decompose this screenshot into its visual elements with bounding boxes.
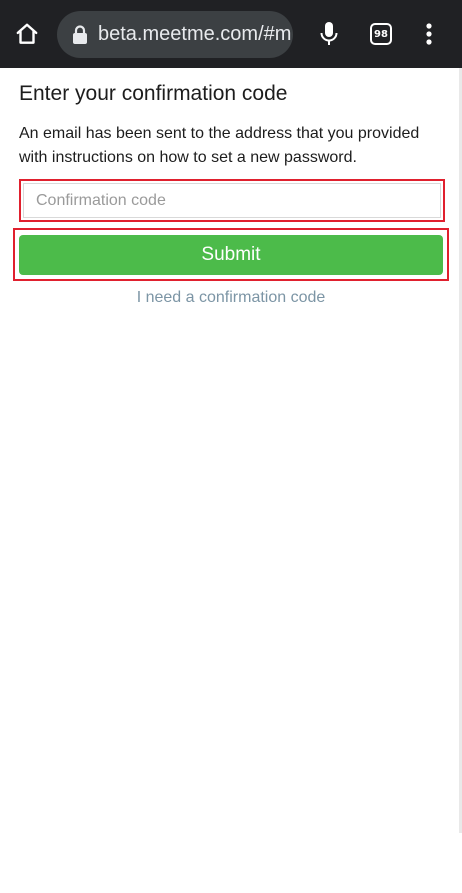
mic-icon bbox=[320, 22, 338, 45]
browser-toolbar: beta.meetme.com/#m 98 bbox=[0, 0, 462, 68]
voice-search-button[interactable] bbox=[312, 17, 346, 51]
tab-count-badge: 98 bbox=[370, 23, 392, 45]
need-code-link[interactable]: I need a confirmation code bbox=[0, 289, 462, 307]
confirmation-code-highlight bbox=[19, 179, 445, 222]
home-button[interactable] bbox=[10, 17, 44, 51]
submit-highlight: Submit bbox=[13, 228, 449, 281]
browser-menu-button[interactable] bbox=[414, 17, 444, 51]
instructions-text: An email has been sent to the address th… bbox=[19, 125, 420, 166]
lock-icon bbox=[73, 24, 87, 44]
address-bar[interactable]: beta.meetme.com/#m bbox=[57, 11, 293, 58]
page-content: Enter your confirmation code An email ha… bbox=[0, 68, 462, 893]
tab-switcher-button[interactable]: 98 bbox=[366, 19, 396, 49]
tab-count: 98 bbox=[374, 28, 388, 40]
more-vert-icon bbox=[426, 23, 432, 45]
submit-button[interactable]: Submit bbox=[19, 235, 443, 275]
page-title: Enter your confirmation code bbox=[19, 82, 288, 105]
home-icon bbox=[16, 23, 38, 44]
confirmation-code-input[interactable] bbox=[23, 183, 441, 218]
address-url[interactable]: beta.meetme.com/#m bbox=[98, 23, 291, 46]
